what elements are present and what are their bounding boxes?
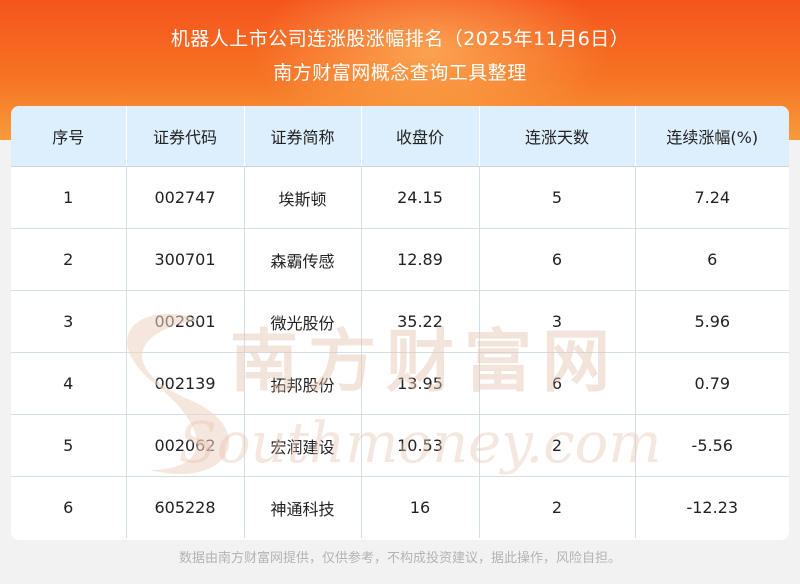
cell-up-days: 3 [479,290,636,353]
cell-index: 1 [11,166,127,229]
cell-up-days: 6 [479,228,636,291]
cell-index: 3 [11,290,127,353]
cell-code: 002062 [126,414,245,477]
table-row: 5 002062 宏润建设 10.53 2 -5.56 [11,414,789,477]
column-header-up-days: 连涨天数 [479,106,636,167]
cell-name: 森霸传感 [244,228,362,291]
ranking-table-card: 序号 证券代码 证券简称 收盘价 连涨天数 连续涨幅(%) 1 002747 埃… [11,106,789,540]
cell-up-days: 5 [479,166,636,229]
cell-code: 002747 [126,166,245,229]
cell-close: 13.95 [361,352,480,415]
cell-gain: -5.56 [635,414,789,477]
cell-gain: 0.79 [635,352,789,415]
cell-index: 2 [11,228,127,291]
cell-close: 24.15 [361,166,480,229]
table-header-row: 序号 证券代码 证券简称 收盘价 连涨天数 连续涨幅(%) [11,106,789,167]
table-row: 3 002801 微光股份 35.22 3 5.96 [11,290,789,353]
cell-close: 10.53 [361,414,480,477]
cell-code: 002139 [126,352,245,415]
cell-gain: 5.96 [635,290,789,353]
column-header-code: 证券代码 [126,106,245,167]
cell-up-days: 2 [479,476,636,538]
ranking-table: 序号 证券代码 证券简称 收盘价 连涨天数 连续涨幅(%) 1 002747 埃… [11,106,789,538]
table-row: 1 002747 埃斯顿 24.15 5 7.24 [11,166,789,229]
cell-name: 拓邦股份 [244,352,362,415]
cell-gain: 6 [635,228,789,291]
cell-code: 605228 [126,476,245,538]
column-header-name: 证券简称 [244,106,362,167]
column-header-index: 序号 [11,106,127,167]
cell-name: 神通科技 [244,476,362,538]
cell-close: 16 [361,476,480,538]
cell-index: 4 [11,352,127,415]
cell-name: 宏润建设 [244,414,362,477]
cell-code: 300701 [126,228,245,291]
cell-code: 002801 [126,290,245,353]
cell-up-days: 6 [479,352,636,415]
column-header-close: 收盘价 [361,106,480,167]
cell-index: 6 [11,476,127,538]
page-title: 机器人上市公司连涨股涨幅排名（2025年11月6日） [170,28,630,50]
cell-up-days: 2 [479,414,636,477]
cell-index: 5 [11,414,127,477]
cell-gain: 7.24 [635,166,789,229]
footer-disclaimer: 数据由南方财富网提供，仅供参考，不构成投资建议，据此操作，风险自担。 [178,551,621,566]
table-row: 4 002139 拓邦股份 13.95 6 0.79 [11,352,789,415]
cell-name: 微光股份 [244,290,362,353]
cell-gain: -12.23 [686,498,739,517]
cell-close: 12.89 [361,228,480,291]
page-subtitle: 南方财富网概念查询工具整理 [273,62,527,84]
cell-close: 35.22 [361,290,480,353]
table-row: 2 300701 森霸传感 12.89 6 6 [11,228,789,291]
column-header-gain: 连续涨幅(%) [635,106,789,167]
table-row: 6 605228 神通科技 16 2 -12.23 [11,476,789,538]
cell-name: 埃斯顿 [244,166,362,229]
